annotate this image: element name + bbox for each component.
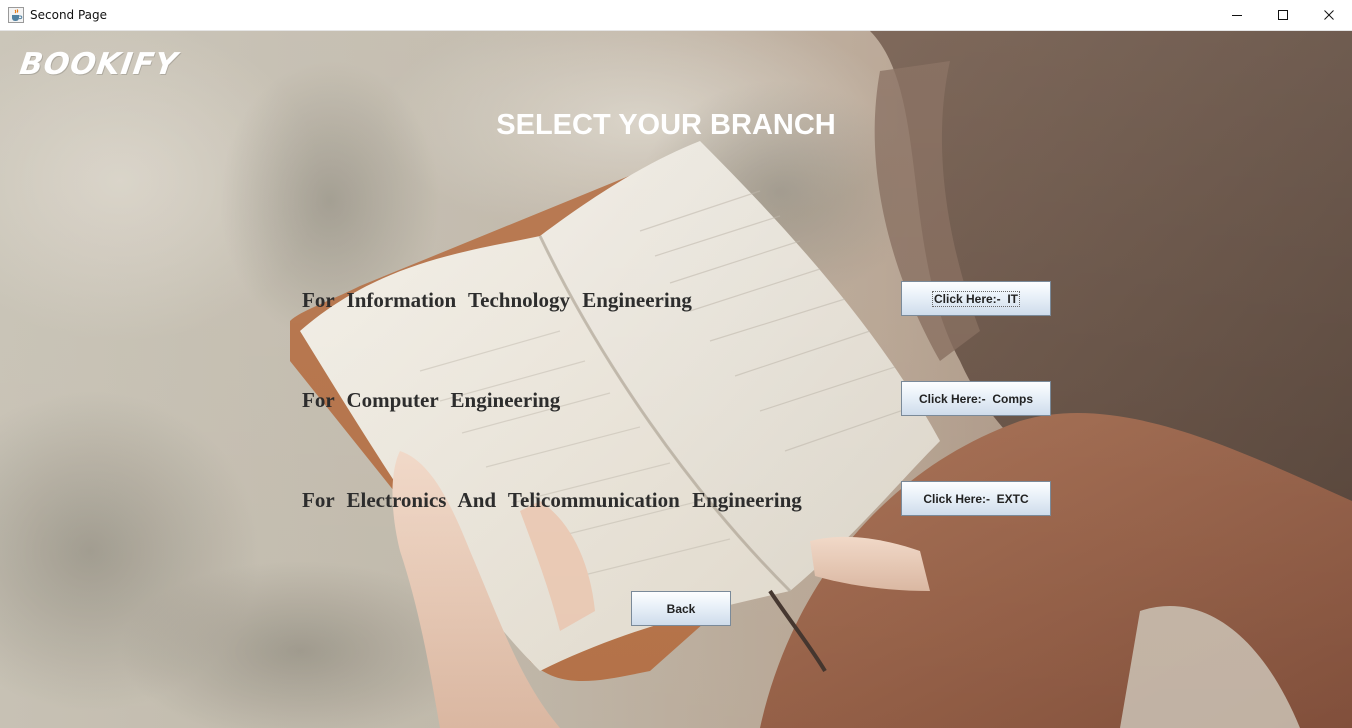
label-information-technology: For Information Technology Engineering <box>302 288 692 312</box>
close-button[interactable] <box>1306 0 1352 30</box>
window-titlebar[interactable]: Second Page <box>0 0 1352 31</box>
comps-branch-button[interactable]: Click Here:- Comps <box>901 381 1051 416</box>
minimize-button[interactable] <box>1214 0 1260 30</box>
it-branch-button-label: Click Here:- IT <box>931 290 1021 307</box>
extc-branch-button-label: Click Here:- EXTC <box>923 491 1029 506</box>
java-cup-icon <box>8 7 24 23</box>
window-title: Second Page <box>30 8 108 22</box>
back-button[interactable]: Back <box>631 591 731 626</box>
close-icon <box>1324 10 1334 20</box>
page-heading: SELECT YOUR BRANCH <box>496 109 836 141</box>
extc-branch-button[interactable]: Click Here:- EXTC <box>901 481 1051 516</box>
label-computer-engineering: For Computer Engineering <box>302 388 561 412</box>
back-button-label: Back <box>666 601 696 616</box>
label-electronics-telecommunication: For Electronics And Telicommunication En… <box>302 488 802 512</box>
content-panel: BOOKIFY SELECT YOUR BRANCH For Informati… <box>0 31 1352 728</box>
comps-branch-button-label: Click Here:- Comps <box>918 391 1034 406</box>
minimize-icon <box>1232 15 1242 16</box>
it-branch-button[interactable]: Click Here:- IT <box>901 281 1051 316</box>
bookify-logo: BOOKIFY <box>17 47 180 82</box>
maximize-icon <box>1278 10 1288 20</box>
maximize-button[interactable] <box>1260 0 1306 30</box>
